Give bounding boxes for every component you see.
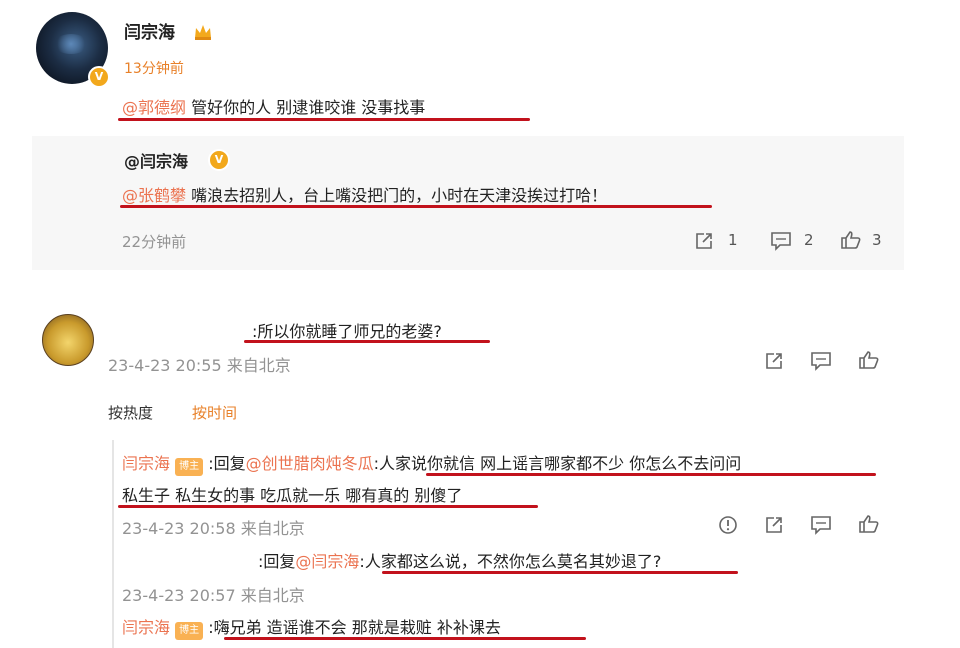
comment-icon[interactable] [770, 231, 792, 251]
comment-icon[interactable] [810, 351, 832, 371]
crown-icon [195, 25, 211, 40]
comment-icon[interactable] [810, 515, 832, 535]
highlight-underline [382, 571, 738, 574]
verified-badge-icon: V [88, 66, 110, 88]
tab-by-time[interactable]: 按时间 [192, 402, 237, 423]
highlight-underline [118, 118, 530, 121]
quoted-body: 嘴浪去招别人，台上嘴没把门的，小时在天津没挨过打哈！ [186, 186, 608, 205]
comment-text: @郭德纲 管好你的人 别逮谁咬谁 没事找事 [122, 94, 425, 118]
reply-meta: 23-4-23 20:58 来自北京 [122, 519, 305, 538]
share-count: 1 [728, 231, 738, 249]
reply-body: :嗨兄弟 造谣谁不会 那就是栽赃 补补课去 [208, 618, 501, 637]
blogger-tag: 博主 [175, 458, 204, 476]
share-icon[interactable] [694, 231, 714, 251]
mention-link[interactable]: @闫宗海 [295, 552, 359, 571]
quoted-text: @张鹤攀 嘴浪去招别人，台上嘴没把门的，小时在天津没挨过打哈！ [122, 182, 607, 206]
reply-username[interactable]: 闫宗海 [122, 454, 170, 473]
verified-badge-icon: V [208, 149, 230, 171]
user-avatar[interactable] [42, 314, 94, 366]
mention-link[interactable]: @创世腊肉炖冬瓜 [246, 454, 374, 473]
mention-link[interactable]: @张鹤攀 [122, 186, 186, 205]
like-icon[interactable] [858, 514, 880, 534]
reply-body-line2: 私生子 私生女的事 吃瓜就一乐 哪有真的 别傻了 [122, 486, 463, 505]
tab-by-hot[interactable]: 按热度 [108, 402, 153, 423]
reply-body: :人家都这么说，不然你怎么莫名其妙退了? [359, 552, 662, 571]
highlight-underline [426, 473, 876, 476]
like-icon[interactable] [840, 230, 862, 250]
reply-meta: 23-4-23 20:57 来自北京 [122, 586, 305, 605]
mention-link[interactable]: @郭德纲 [122, 98, 186, 117]
comment-text: :所以你就睡了师兄的老婆? [252, 322, 442, 341]
reply-prefix: :回复 [258, 552, 296, 571]
reply-body-line1: :人家说你就信 网上谣言哪家都不少 你怎么不去问问 [373, 454, 742, 473]
highlight-underline [120, 205, 712, 208]
share-icon[interactable] [764, 515, 784, 535]
share-icon[interactable] [764, 351, 784, 371]
reply-username[interactable]: 闫宗海 [122, 618, 170, 637]
quoted-author[interactable]: @闫宗海 [124, 148, 188, 172]
like-icon[interactable] [858, 350, 880, 370]
like-count: 3 [872, 231, 882, 249]
highlight-underline [118, 505, 538, 508]
report-icon[interactable] [718, 515, 738, 535]
comment-count: 2 [804, 231, 814, 249]
highlight-underline [244, 340, 490, 343]
reply-prefix: :回复 [208, 454, 246, 473]
comment-time: 13分钟前 [124, 61, 184, 77]
comment-body: 管好你的人 别逮谁咬谁 没事找事 [186, 98, 426, 117]
reply-line: :回复@闫宗海:人家都这么说，不然你怎么莫名其妙退了? [258, 548, 661, 572]
blogger-tag: 博主 [175, 622, 204, 640]
comment-meta: 23-4-23 20:55 来自北京 [108, 356, 291, 375]
quoted-time: 22分钟前 [122, 233, 187, 251]
highlight-underline [224, 637, 586, 640]
comment-username[interactable]: 闫宗海 [124, 18, 175, 43]
reply-thread-bar [112, 440, 114, 648]
